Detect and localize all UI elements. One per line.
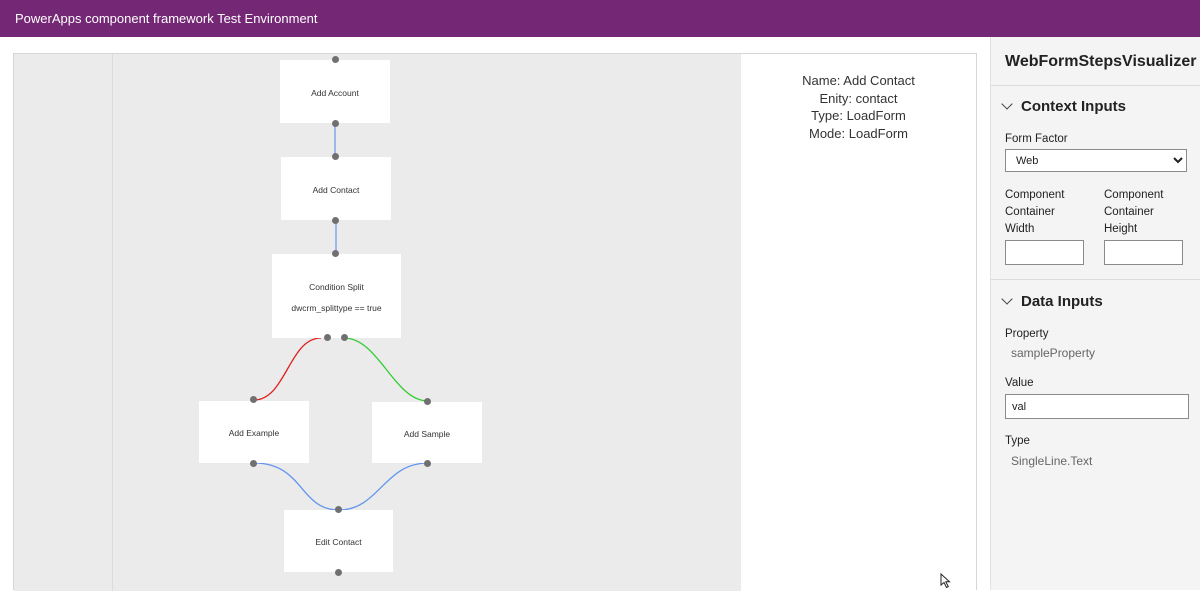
mouse-pointer-icon [940, 573, 951, 589]
input-port[interactable] [250, 396, 257, 403]
panel-title: WebFormStepsVisualizer [1005, 53, 1197, 70]
input-port[interactable] [424, 398, 431, 405]
node-label: Add Account [311, 88, 359, 98]
divider [991, 85, 1200, 86]
link-condition-true-to-add-sample [343, 337, 429, 402]
input-port[interactable] [332, 56, 339, 63]
node-add-contact[interactable]: Add Contact [281, 157, 391, 220]
data-inputs-toggle[interactable]: Data Inputs [1001, 293, 1103, 310]
app-title: PowerApps component framework Test Envir… [15, 11, 318, 26]
node-add-sample[interactable]: Add Sample [372, 402, 482, 463]
type-label: Type [1005, 435, 1030, 447]
detail-entity: Enity: contact [819, 90, 898, 106]
divider [991, 279, 1200, 280]
form-factor-select[interactable]: Web [1005, 149, 1187, 172]
node-condition-split[interactable]: Condition Split dwcrm_splittype == true [272, 254, 401, 338]
node-label: Condition Split [309, 282, 364, 292]
output-port[interactable] [250, 460, 257, 467]
detail-name: Name: Add Contact [802, 73, 915, 88]
input-port[interactable] [332, 153, 339, 160]
detail-mode: Mode: LoadForm [809, 126, 908, 142]
node-label: Add Contact [312, 185, 360, 195]
node-condition-expression: dwcrm_splittype == true [291, 303, 382, 313]
container-height-input[interactable] [1104, 240, 1183, 265]
node-label: Add Sample [403, 429, 451, 439]
property-value: sampleProperty [1011, 346, 1096, 360]
data-inputs-header: Data Inputs [1021, 293, 1103, 310]
main-area: Add Account Add Contact Condition Split … [0, 37, 990, 591]
container-width-label: Component Container Width [1005, 189, 1065, 235]
type-value: SingleLine.Text [1011, 454, 1093, 468]
output-port[interactable] [332, 217, 339, 224]
container-width-input[interactable] [1005, 240, 1084, 265]
false-output-port[interactable] [324, 334, 331, 341]
context-inputs-header: Context Inputs [1021, 98, 1126, 115]
node-label: Edit Contact [315, 537, 362, 547]
flow-canvas[interactable]: Add Account Add Contact Condition Split … [14, 54, 741, 591]
input-port[interactable] [335, 506, 342, 513]
link-add-sample-to-edit-contact [338, 462, 429, 511]
chevron-down-icon [1001, 293, 1013, 305]
node-add-account[interactable]: Add Account [280, 60, 390, 123]
input-port[interactable] [332, 250, 339, 257]
output-port[interactable] [332, 120, 339, 127]
properties-panel: WebFormStepsVisualizer Context Inputs Fo… [990, 37, 1200, 590]
node-edit-contact[interactable]: Edit Contact [284, 510, 393, 572]
node-label: Add Example [228, 428, 280, 438]
value-input[interactable] [1005, 394, 1189, 419]
output-port[interactable] [424, 460, 431, 467]
property-label: Property [1005, 328, 1049, 340]
link-condition-false-to-add-example [253, 337, 322, 401]
output-port[interactable] [335, 569, 342, 576]
node-add-example[interactable]: Add Example [199, 401, 309, 463]
link-add-example-to-edit-contact [253, 462, 340, 511]
detail-type: Type: LoadForm [811, 108, 906, 124]
value-label: Value [1005, 377, 1034, 389]
step-details: Name: Add Contact Enity: contact Type: L… [741, 54, 976, 591]
container-height-label: Component Container Height [1104, 189, 1164, 235]
context-inputs-toggle[interactable]: Context Inputs [1001, 98, 1126, 115]
true-output-port[interactable] [341, 334, 348, 341]
form-factor-label: Form Factor [1005, 133, 1068, 145]
component-frame: Add Account Add Contact Condition Split … [13, 53, 977, 591]
app-header-bar: PowerApps component framework Test Envir… [0, 0, 1200, 37]
chevron-down-icon [1001, 98, 1013, 110]
